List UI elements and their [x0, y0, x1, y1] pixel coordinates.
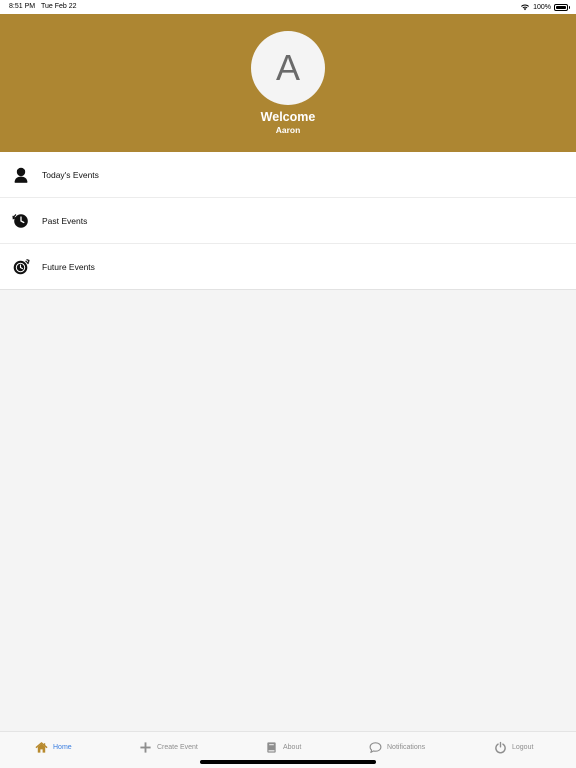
- person-icon: [14, 167, 28, 183]
- tab-create-event[interactable]: Create Event: [139, 732, 198, 762]
- menu-label: Future Events: [42, 262, 95, 272]
- status-bar: 8:51 PM Tue Feb 22 100%: [0, 0, 576, 14]
- username: Aaron: [275, 125, 301, 135]
- tab-notifications[interactable]: Notifications: [369, 732, 425, 762]
- menu-item-todays-events[interactable]: Today's Events: [0, 152, 576, 198]
- menu-label: Today's Events: [42, 170, 99, 180]
- tab-label: Home: [53, 743, 72, 751]
- tab-about[interactable]: About: [265, 732, 301, 762]
- book-icon: [267, 741, 276, 753]
- tab-label: Notifications: [387, 743, 426, 751]
- plus-icon: [140, 741, 151, 753]
- home-icon: [35, 741, 48, 753]
- menu-label: Past Events: [42, 216, 88, 226]
- welcome-title: Welcome: [260, 110, 316, 124]
- chat-bubble-icon: [369, 741, 382, 753]
- tab-home[interactable]: Home: [35, 732, 72, 762]
- tab-logout[interactable]: Logout: [494, 732, 533, 762]
- avatar[interactable]: A: [251, 31, 325, 105]
- status-indicators: 100%: [520, 2, 570, 12]
- menu-item-past-events[interactable]: Past Events: [0, 198, 576, 244]
- home-indicator[interactable]: [200, 760, 376, 764]
- power-icon: [495, 741, 506, 753]
- wifi-icon: [521, 4, 530, 11]
- tab-label: Logout: [512, 743, 534, 751]
- menu-item-future-events[interactable]: Future Events: [0, 244, 576, 290]
- tab-label: About: [283, 743, 302, 751]
- battery-icon: [554, 3, 570, 11]
- app-screen: 8:51 PM Tue Feb 22 100% A Welcome Aaron: [0, 0, 576, 768]
- status-date: Tue Feb 22: [41, 3, 77, 10]
- status-time: 8:51 PM: [9, 3, 36, 10]
- profile-header: A Welcome Aaron: [0, 14, 576, 152]
- tab-label: Create Event: [157, 743, 198, 751]
- clock-back-icon: [12, 214, 28, 228]
- events-menu: Today's Events Past Events Future Events: [0, 152, 576, 290]
- clock-forward-icon: [13, 259, 30, 275]
- battery-percent: 100%: [533, 3, 551, 11]
